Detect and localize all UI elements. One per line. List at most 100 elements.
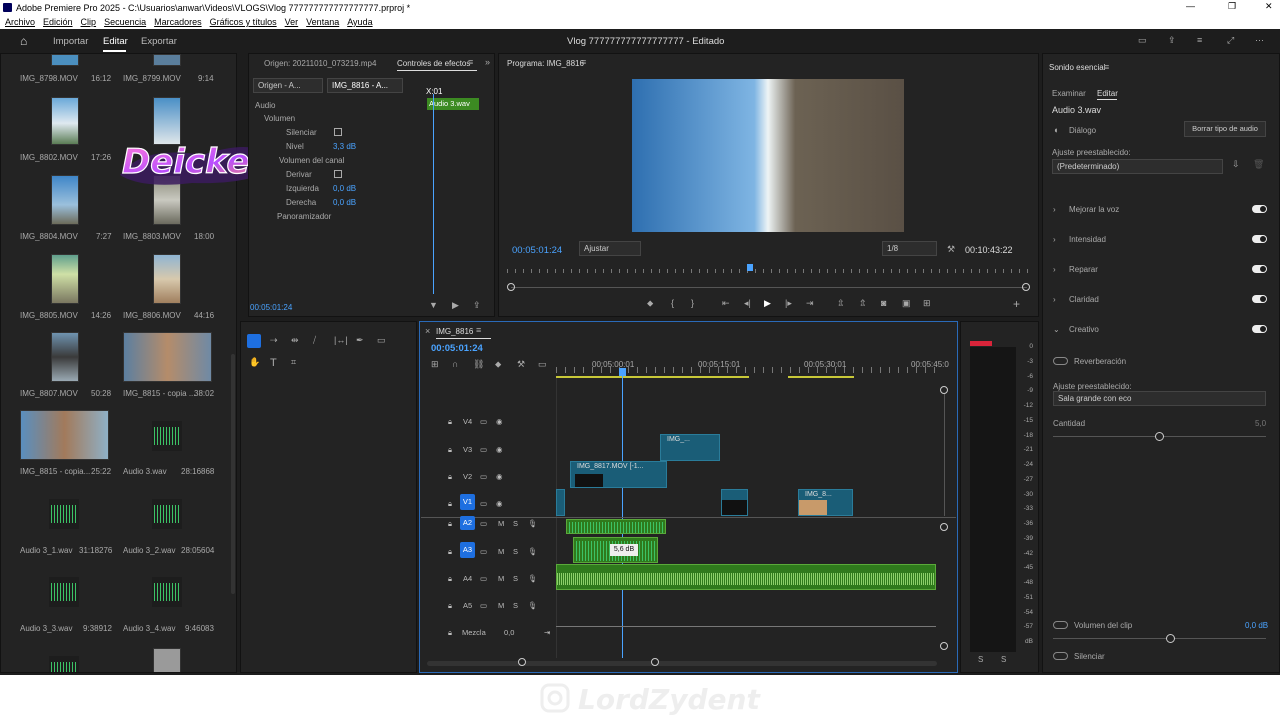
delete-preset-icon[interactable]: 🗑︎ (1253, 159, 1264, 170)
selection-tool-icon[interactable] (247, 334, 261, 348)
toggle-creativo[interactable] (1252, 325, 1267, 333)
v-scroll-handle-top[interactable] (940, 386, 948, 394)
section-mejorar[interactable]: Mejorar la voz (1069, 205, 1119, 214)
track-select-icon[interactable]: ⇢ (270, 335, 278, 346)
panel-menu-icon[interactable]: ≡ (468, 57, 473, 67)
timeline-timecode[interactable]: 00:05:01:24 (431, 343, 483, 354)
step-forward-icon[interactable]: |▸ (785, 298, 792, 309)
audio-thumb[interactable] (152, 577, 182, 607)
program-playhead[interactable] (747, 264, 753, 271)
menu-secuencia[interactable]: Secuencia (104, 17, 146, 27)
solo-right[interactable]: S (1001, 655, 1006, 664)
thumb-img-8805[interactable] (51, 254, 79, 304)
mute-toggle[interactable] (1053, 652, 1068, 660)
sync-icon[interactable]: ▭ (480, 472, 487, 481)
clear-type-button[interactable]: Borrar tipo de audio (1184, 121, 1266, 137)
slip-icon[interactable]: |↔| (334, 335, 348, 345)
program-video-frame[interactable] (632, 79, 904, 232)
sync-icon[interactable]: ▭ (480, 601, 487, 610)
lock-icon[interactable]: 🔒︎ (448, 628, 452, 638)
lock-icon[interactable]: 🔒︎ (448, 519, 452, 529)
sync-icon[interactable]: ▭ (480, 547, 487, 556)
mic-icon[interactable]: 🎙︎ (528, 574, 538, 583)
mini-clip[interactable]: Audio 3.wav (427, 98, 479, 110)
tab-importar[interactable]: Importar (53, 36, 88, 47)
clip-volume-toggle[interactable] (1053, 621, 1068, 629)
expand-panels-icon[interactable]: » (485, 57, 490, 67)
thumb-img-8815-copia[interactable] (123, 332, 212, 382)
mute-button[interactable]: M (498, 601, 504, 610)
eye-icon[interactable]: ◉ (496, 417, 503, 426)
wrench-icon[interactable]: ⚒ (947, 244, 955, 255)
caption-icon[interactable]: ⌗ (291, 357, 296, 368)
zoom-handle-right[interactable] (1022, 283, 1030, 291)
ripple-edit-icon[interactable]: ⇹ (291, 335, 299, 346)
timeline-tab[interactable]: IMG_8816 (436, 327, 473, 336)
clip-volume-slider-track[interactable] (1053, 638, 1266, 639)
h-scrollbar[interactable] (427, 661, 937, 666)
panel-menu-icon[interactable]: ≡ (476, 325, 481, 335)
track-v1[interactable]: V1 (460, 494, 475, 510)
chevron-right-icon[interactable]: › (1053, 235, 1056, 244)
solo-button[interactable]: S (513, 574, 518, 583)
go-to-out-icon[interactable]: ⇥ (806, 298, 814, 309)
fullscreen-icon[interactable]: ⤢ (1227, 35, 1234, 46)
zoom-bar[interactable] (511, 287, 1027, 288)
rectangle-icon[interactable]: ▭ (377, 335, 386, 346)
chevron-right-icon[interactable]: › (1053, 205, 1056, 214)
tab-edit[interactable]: Editar (1097, 89, 1118, 98)
type-icon[interactable]: T (270, 357, 277, 369)
menu-edicion[interactable]: Edición (43, 17, 73, 27)
v-scrollbar[interactable] (944, 394, 945, 516)
thumb-img-8799[interactable] (153, 54, 181, 66)
filter-icon[interactable]: ▼ (429, 300, 438, 310)
zoom-handle-left[interactable] (507, 283, 515, 291)
menu-archivo[interactable]: Archivo (5, 17, 35, 27)
audio-thumb[interactable] (49, 577, 79, 607)
tab-source[interactable]: Origen: 20211010_073219.mp4 (264, 59, 376, 68)
right-value[interactable]: 0,0 dB (333, 198, 356, 207)
lift-icon[interactable]: ⇫ (837, 298, 845, 309)
menu-ayuda[interactable]: Ayuda (347, 17, 372, 27)
source-subtab[interactable]: Origen - A... (253, 78, 323, 93)
thumb-img-8802[interactable] (51, 97, 79, 145)
track-a3[interactable]: A3 (460, 542, 475, 558)
go-to-in-icon[interactable]: ⇤ (722, 298, 730, 309)
toggle-intensidad[interactable] (1252, 235, 1267, 243)
clip-volume-slider-thumb[interactable] (1166, 634, 1175, 643)
camera-icon[interactable]: ◙ (881, 298, 886, 308)
panel-menu-icon[interactable]: ≡ (581, 57, 586, 67)
program-ruler[interactable] (507, 269, 1029, 273)
captions-icon[interactable]: ▭ (538, 359, 547, 370)
snap-icon[interactable]: ∩ (452, 359, 458, 369)
menu-ventana[interactable]: Ventana (306, 17, 339, 27)
mute-button[interactable]: M (498, 547, 504, 556)
mute-button[interactable]: M (498, 519, 504, 528)
program-timecode[interactable]: 00:05:01:24 (512, 245, 562, 256)
export-icon[interactable]: ⇪ (473, 300, 481, 311)
restore-button[interactable]: ❐ (1228, 1, 1236, 12)
solo-left[interactable]: S (978, 655, 983, 664)
fit-select[interactable]: Ajustar (579, 241, 641, 256)
thumb-img-8798[interactable] (51, 54, 79, 66)
sync-icon[interactable]: ▭ (480, 445, 487, 454)
thumb-video[interactable] (153, 648, 181, 672)
audio-thumb[interactable] (152, 499, 182, 529)
clip-v3[interactable]: IMG_... (660, 434, 720, 461)
a-scroll-handle-top[interactable] (940, 523, 948, 531)
reverb-toggle[interactable] (1053, 357, 1068, 365)
work-area-bar-2[interactable] (788, 376, 854, 378)
lock-icon[interactable]: 🔒︎ (448, 547, 452, 557)
thumb-img-8806[interactable] (153, 254, 181, 304)
chevron-down-icon[interactable]: ⌄ (1053, 325, 1060, 334)
solo-button[interactable]: S (513, 519, 518, 528)
hand-icon[interactable]: ✋ (249, 357, 260, 368)
timeline-ruler[interactable] (556, 367, 941, 373)
nest-icon[interactable]: ⊞ (431, 359, 439, 370)
level-value[interactable]: 3,3 dB (333, 142, 356, 151)
reverb-preset-select[interactable]: Sala grande con eco (1053, 391, 1266, 406)
settings-wrench-icon[interactable]: ⚒ (517, 359, 525, 370)
add-button-icon[interactable]: + (1013, 297, 1020, 311)
clip-volume-value[interactable]: 0,0 dB (1245, 621, 1268, 630)
channel-volume[interactable]: Volumen del canal (279, 156, 344, 165)
